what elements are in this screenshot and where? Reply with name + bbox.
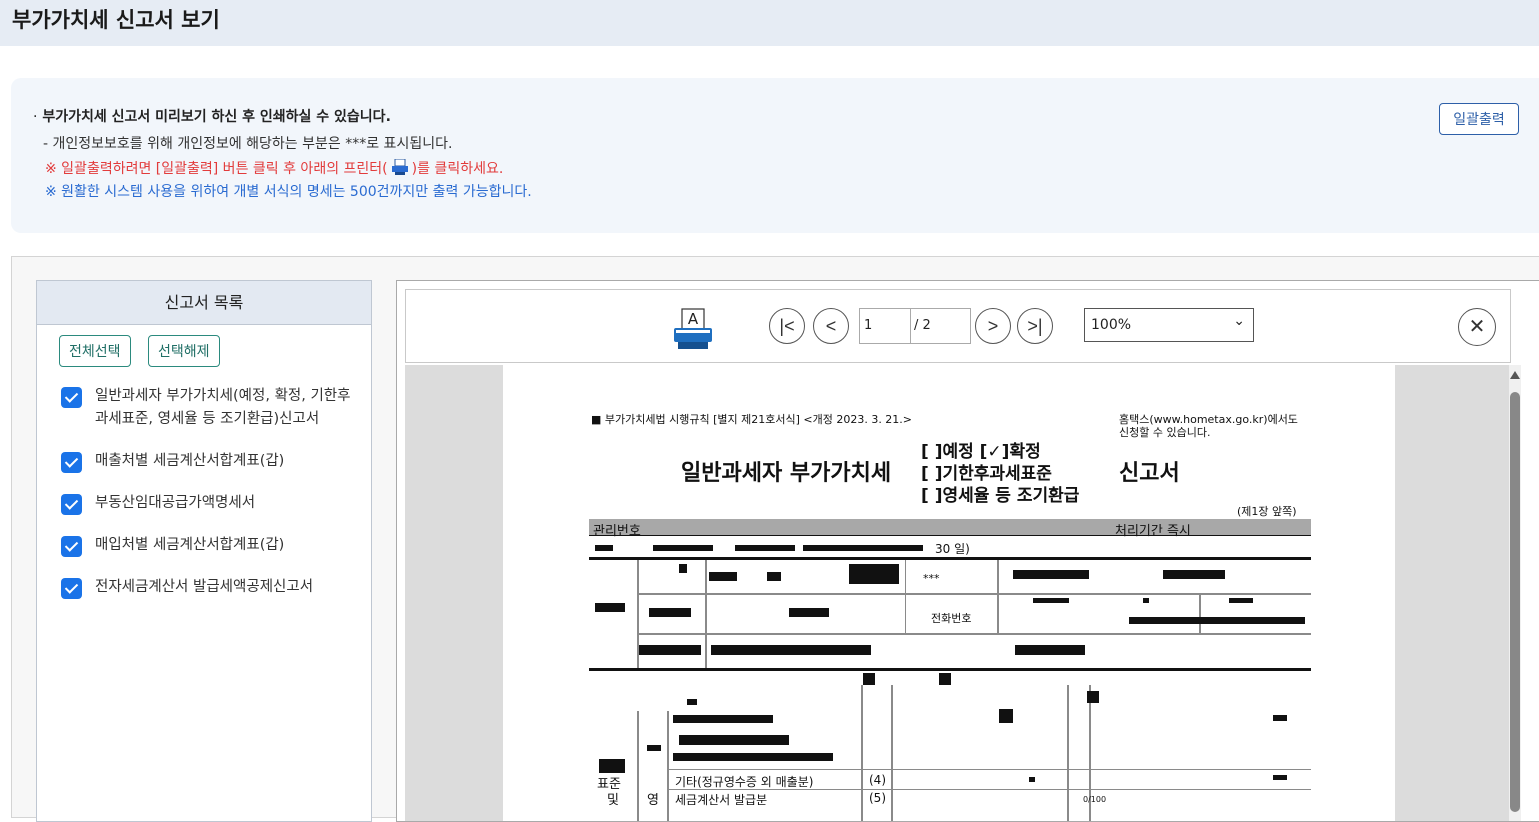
management-number-label: 관리번호: [593, 524, 641, 539]
row4-text: 기타(정규영수증 외 매출분): [675, 775, 814, 789]
first-page-icon: |<: [779, 316, 795, 336]
printer-icon[interactable]: A: [671, 308, 715, 350]
page-number-field[interactable]: 1 / 2: [859, 308, 971, 344]
last-page-icon: >|: [1027, 316, 1043, 336]
processing-period-label: 처리기간 즉시: [1115, 524, 1191, 539]
current-page-input[interactable]: 1: [864, 318, 872, 333]
print-all-button[interactable]: 일괄출력: [1439, 103, 1519, 135]
checkbox-checked-icon[interactable]: [61, 494, 82, 515]
report-item[interactable]: 매출처별 세금계산서합계표(갑): [61, 450, 361, 473]
last-page-button[interactable]: >|: [1017, 308, 1053, 344]
prev-page-icon: <: [825, 316, 837, 336]
svg-text:A: A: [688, 310, 699, 328]
report-item[interactable]: 부동산임대공급가액명세서: [61, 492, 361, 515]
document-title-suffix: 신고서: [1119, 461, 1180, 486]
period-text: 30 일): [935, 542, 970, 556]
vertical-scrollbar[interactable]: [1509, 365, 1521, 821]
notice-line-preview: · 부가가치세 신고서 미리보기 하신 후 인쇄하실 수 있습니다.: [33, 109, 391, 125]
report-item[interactable]: 매입처별 세금계산서합계표(갑): [61, 534, 361, 557]
chevron-down-icon: ⌄: [1233, 313, 1245, 329]
inline-printer-icon: [391, 158, 409, 179]
total-pages: / 2: [914, 318, 931, 333]
document-title: 일반과세자 부가가치세: [681, 461, 892, 486]
regulation-text: ■ 부가가치세법 시행규칙 [별지 제21호서식] <개정 2023. 3. 2…: [591, 413, 913, 426]
checkbox-checked-icon[interactable]: [61, 536, 82, 557]
report-item-label: 부동산임대공급가액명세서: [95, 495, 256, 511]
option-zero-rate: [ ]영세율 등 조기환급: [921, 486, 1080, 506]
viewer-toolbar: A |< < 1 / 2 > >| 100% ⌄ ✕: [405, 289, 1511, 363]
report-list: 일반과세자 부가가치세(예정, 확정, 기한후과세표준, 영세율 등 조기환급)…: [61, 385, 361, 618]
document-page: ■ 부가가치세법 시행규칙 [별지 제21호서식] <개정 2023. 3. 2…: [503, 365, 1395, 821]
prev-page-button[interactable]: <: [813, 308, 849, 344]
report-item-label: 전자세금계산서 발급세액공제신고서: [95, 579, 314, 595]
first-page-button[interactable]: |<: [769, 308, 805, 344]
masked-value: ***: [923, 572, 940, 585]
report-item-label: 매출처별 세금계산서합계표(갑): [95, 453, 285, 469]
row4-number: (4): [869, 773, 886, 787]
select-all-button[interactable]: 전체선택: [59, 335, 131, 367]
row5-text: 세금계산서 발급분: [675, 793, 768, 807]
scrollbar-thumb[interactable]: [1510, 392, 1520, 812]
notice-line-limit: ※ 원활한 시스템 사용을 위하여 개별 서식의 명세는 500건까지만 출력 …: [45, 184, 532, 200]
bullet-icon: ·: [33, 109, 38, 125]
deselect-all-button[interactable]: 선택해제: [148, 335, 220, 367]
close-icon: ✕: [1468, 316, 1486, 338]
hometax-note: 신청할 수 있습니다.: [1119, 426, 1211, 439]
zoom-value: 100%: [1091, 317, 1132, 333]
scroll-up-icon[interactable]: [1510, 371, 1520, 379]
report-item-label: 매입처별 세금계산서합계표(갑): [95, 537, 285, 553]
notice-line-privacy: - 개인정보보호를 위해 개인정보에 해당하는 부분은 ***로 표시됩니다.: [43, 136, 453, 152]
zoom-select[interactable]: 100% ⌄: [1084, 308, 1254, 342]
document-canvas[interactable]: ■ 부가가치세법 시행규칙 [별지 제21호서식] <개정 2023. 3. 2…: [405, 365, 1509, 821]
report-item-label: 일반과세자 부가가치세(예정, 확정, 기한후과세표준, 영세율 등 조기환급)…: [95, 388, 351, 427]
notice-line-batch: ※ 일괄출력하려면 [일괄출력] 버튼 클릭 후 아래의 프린터( )를 클릭하…: [45, 158, 504, 179]
report-item[interactable]: 일반과세자 부가가치세(예정, 확정, 기한후과세표준, 영세율 등 조기환급)…: [61, 385, 361, 431]
close-viewer-button[interactable]: ✕: [1458, 308, 1496, 346]
next-page-icon: >: [987, 316, 999, 336]
checkbox-checked-icon[interactable]: [61, 387, 82, 408]
notice-panel: · 부가가치세 신고서 미리보기 하신 후 인쇄하실 수 있습니다. - 개인정…: [11, 78, 1539, 233]
report-list-panel: 신고서 목록 전체선택 선택해제 일반과세자 부가가치세(예정, 확정, 기한후…: [36, 280, 372, 822]
page-title: 부가가치세 신고서 보기: [12, 8, 220, 32]
title-bar: 부가가치세 신고서 보기: [0, 0, 1539, 46]
document-viewer: A |< < 1 / 2 > >| 100% ⌄ ✕ ■ 부가가치세법 시행규칙…: [396, 280, 1539, 822]
phone-label: 전화번호: [931, 612, 972, 625]
next-page-button[interactable]: >: [975, 308, 1011, 344]
row-label-and: 및: [607, 793, 619, 808]
report-item[interactable]: 전자세금계산서 발급세액공제신고서: [61, 576, 361, 599]
checkbox-checked-icon[interactable]: [61, 452, 82, 473]
page-side-label: (제1장 앞쪽): [1237, 505, 1297, 518]
sub-label: 영: [647, 793, 659, 808]
checkbox-checked-icon[interactable]: [61, 578, 82, 599]
report-list-title: 신고서 목록: [37, 281, 371, 325]
